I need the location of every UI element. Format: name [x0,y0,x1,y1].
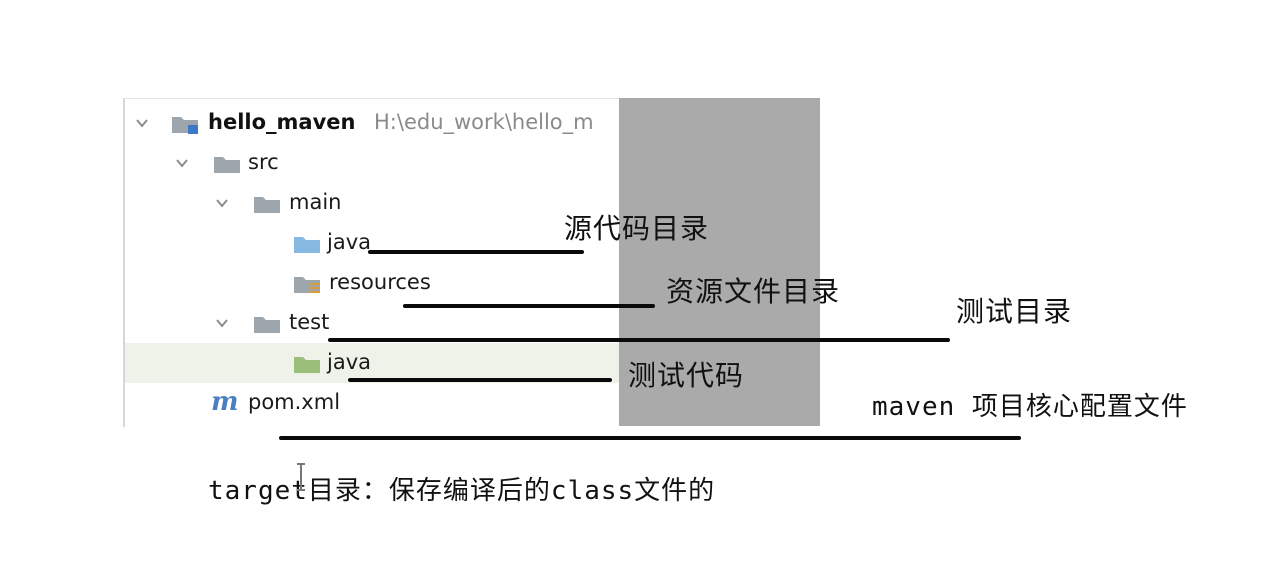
pom-file-label: pom.xml [248,390,341,414]
chevron-down-icon[interactable] [215,196,229,210]
note-test-dir: 测试目录 [956,295,1073,328]
tree-row-pom[interactable]: m pom.xml [125,383,621,423]
screenshot-page: hello_maven H:\edu_work\hello_m src main [0,0,1284,586]
tree-row-test-java[interactable]: java [125,343,621,383]
src-folder-label: src [248,150,279,174]
source-folder-icon [294,237,320,253]
module-folder-icon [172,117,198,134]
main-folder-label: main [289,190,342,214]
underline-source-dir [368,250,584,254]
folder-icon [254,197,280,213]
root-module-path: H:\edu_work\hello_m [374,110,594,134]
underline-test-code [348,378,612,382]
resources-folder-label: resources [329,270,431,294]
note-pom-desc: maven 项目核心配置文件 [872,392,1188,422]
folder-icon [214,157,240,173]
chevron-down-icon[interactable] [135,116,149,130]
chevron-down-icon[interactable] [175,156,189,170]
tree-row-src[interactable]: src [125,143,621,183]
underline-resource-dir [403,304,655,308]
resources-folder-icon [294,277,320,293]
test-source-folder-icon [294,357,320,373]
note-target-desc: target目录：保存编译后的class文件的 [208,476,716,506]
text-cursor-icon [297,463,305,491]
note-test-code: 测试代码 [628,359,745,392]
note-resource-dir: 资源文件目录 [666,275,841,308]
maven-m-icon: m [211,387,239,417]
chevron-down-icon[interactable] [215,316,229,330]
tree-row-test[interactable]: test [125,303,621,343]
underline-pom [279,436,1021,440]
tree-row-resources[interactable]: resources [125,263,621,303]
test-folder-label: test [289,310,330,334]
tree-row-main-java[interactable]: java [125,223,621,263]
tree-row-hello-maven[interactable]: hello_maven H:\edu_work\hello_m [125,103,621,143]
root-module-name: hello_maven [208,110,356,134]
tree-row-main[interactable]: main [125,183,621,223]
underline-test-dir [328,338,950,342]
test-java-folder-label: java [327,350,371,374]
main-java-folder-label: java [327,230,371,254]
folder-icon [254,317,280,333]
note-source-dir: 源代码目录 [564,212,710,245]
